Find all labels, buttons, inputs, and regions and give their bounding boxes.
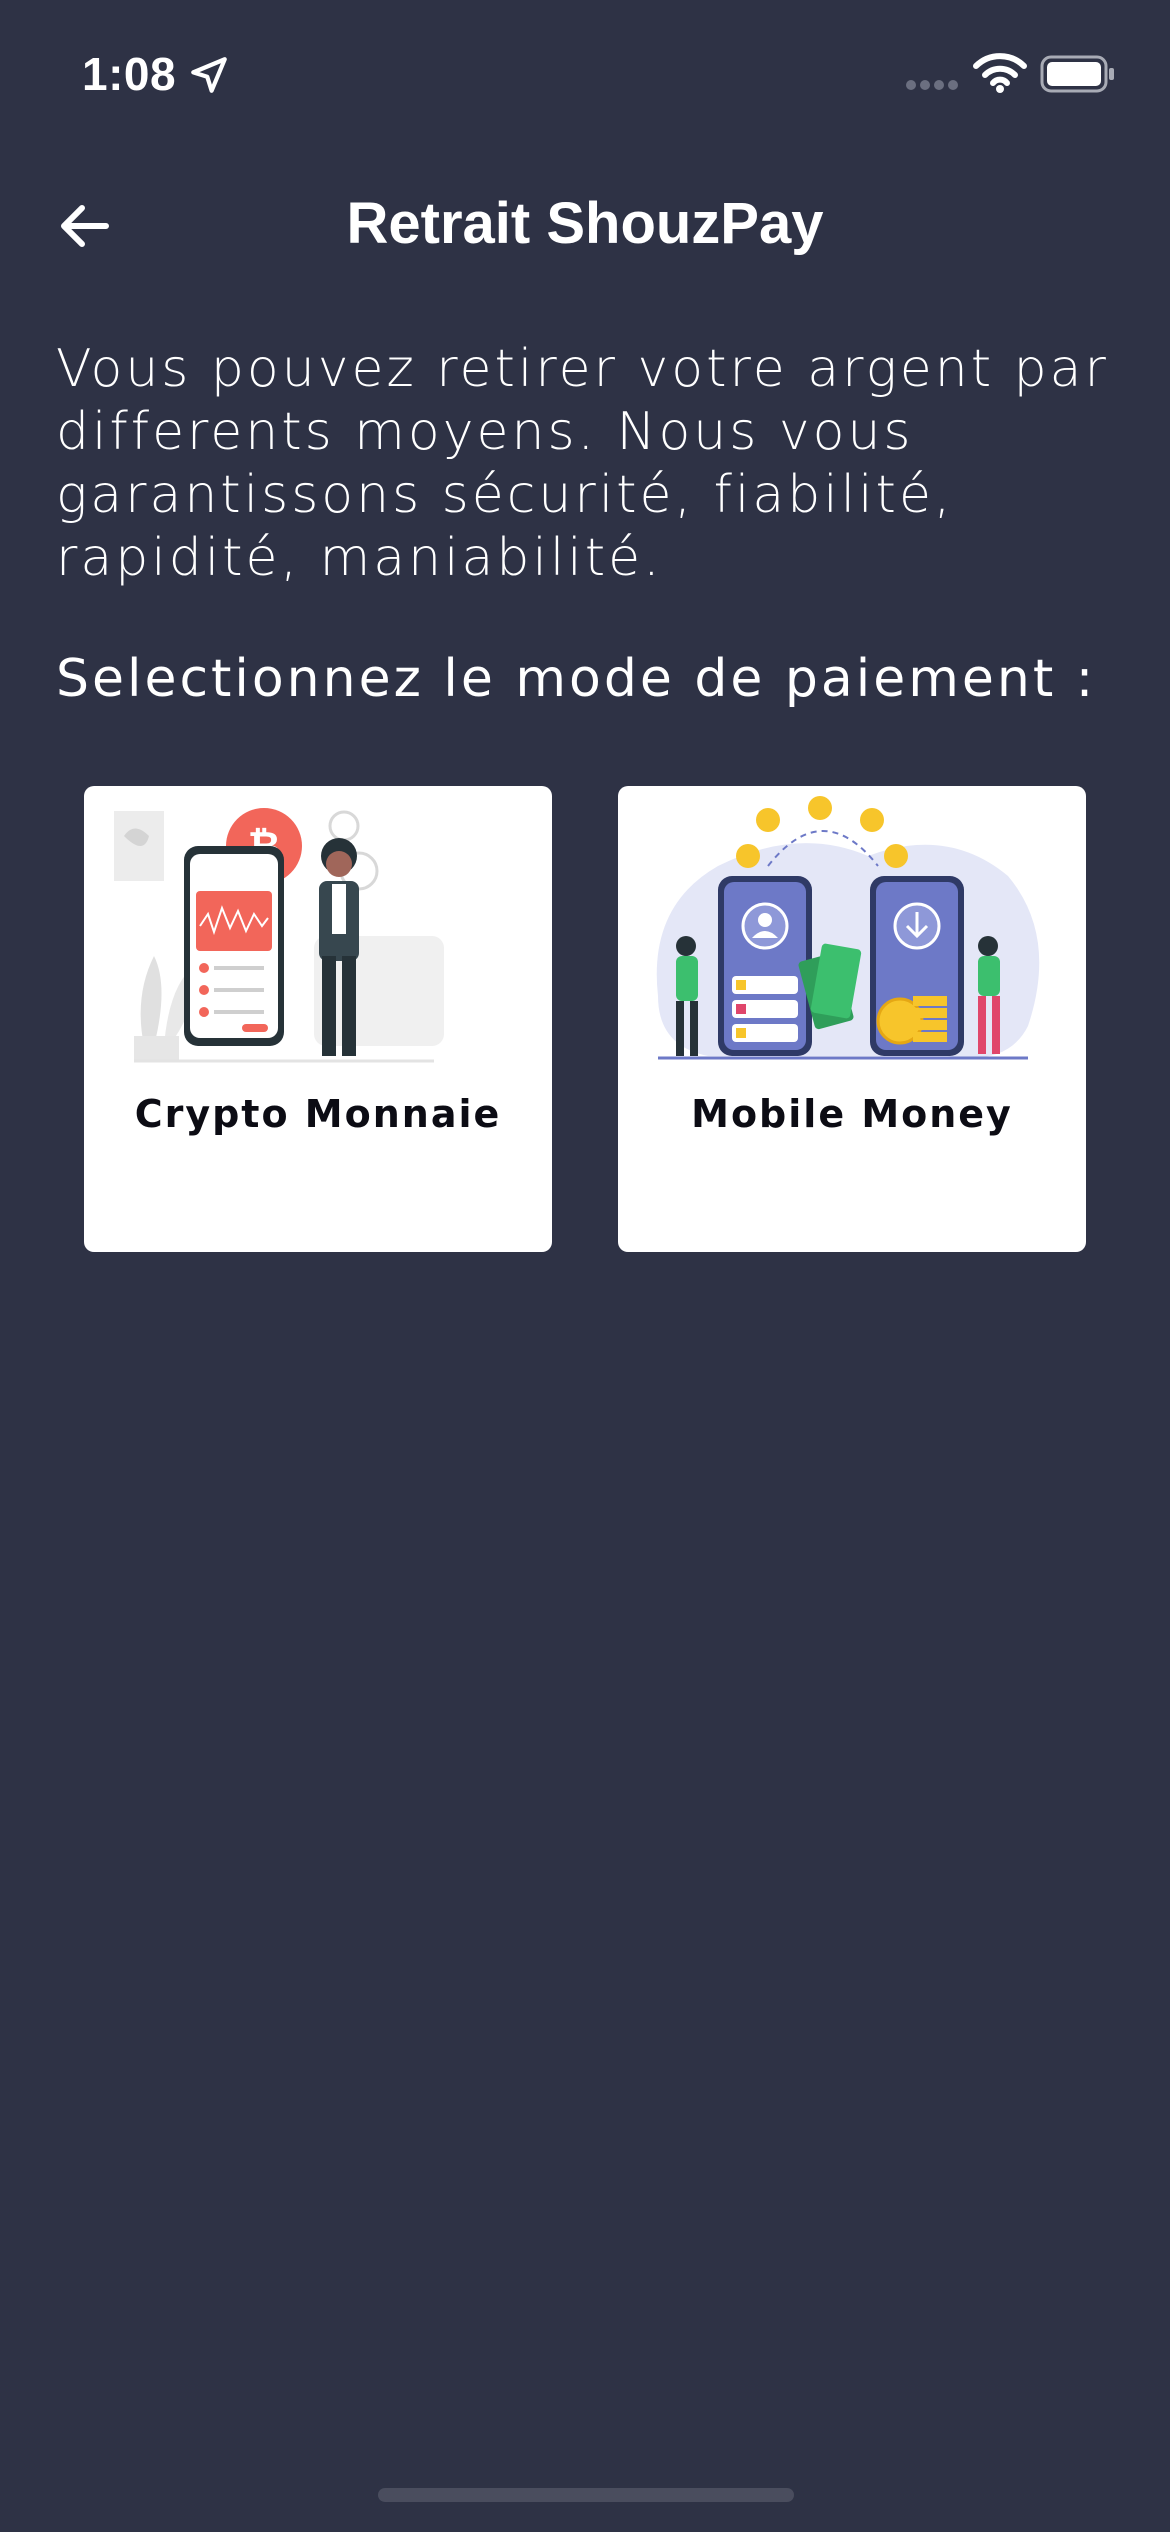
description-text: Vous pouvez retirer votre argent par dif… (56, 339, 1109, 588)
crypto-option-label: Crypto Monnaie (134, 1092, 502, 1136)
crypto-option-card[interactable]: ₿ Crypto Monnaie (84, 786, 552, 1252)
wifi-icon (973, 53, 1027, 93)
mobile-money-option-card[interactable]: Mobile Money (618, 786, 1086, 1252)
home-indicator (378, 2488, 794, 2502)
location-arrow-icon (191, 57, 227, 93)
mobile-money-option-label: Mobile Money (691, 1092, 1013, 1136)
cellular-signal-icon (906, 80, 958, 90)
status-bar: 1:08 (0, 0, 1170, 140)
status-time: 1:08 (82, 48, 177, 100)
page-title: Retrait ShouzPay (346, 191, 824, 256)
select-payment-label: Selectionnez le mode de paiement : (56, 649, 1097, 709)
crypto-portfolio-illustration: ₿ (114, 808, 444, 1063)
battery-icon (1040, 55, 1114, 93)
withdrawal-screen: 1:08 Retrait ShouzPay Vous pouvez retire… (0, 0, 1170, 2532)
mobile-money-transfer-illustration (656, 796, 1040, 1060)
